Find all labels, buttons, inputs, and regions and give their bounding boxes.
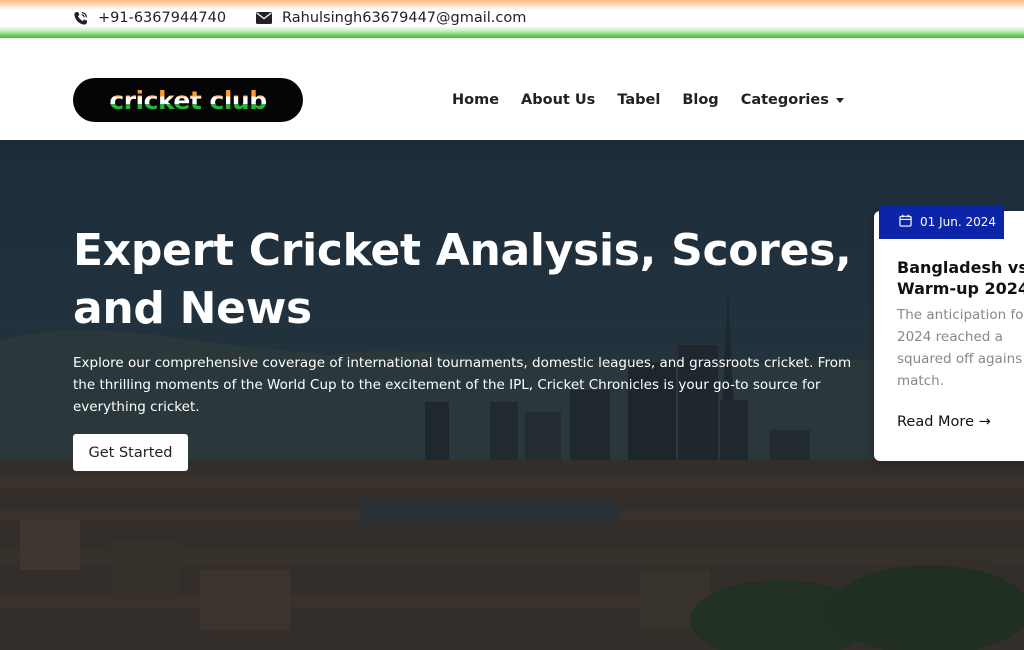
contact-bar: +91-6367944740 Rahulsingh63679447@gmail.… xyxy=(0,0,1024,38)
card-title[interactable]: Bangladesh vs Warm-up 2024 xyxy=(897,257,1024,299)
phone-icon xyxy=(73,11,88,26)
hero-description: Explore our comprehensive coverage of in… xyxy=(73,355,852,415)
nav-link-about-us[interactable]: About Us xyxy=(521,92,595,108)
nav-link-home[interactable]: Home xyxy=(452,92,499,108)
navbar: cricket club Home About Us Tabel Blog Ca… xyxy=(0,38,1024,140)
calendar-icon xyxy=(899,214,912,230)
site-logo[interactable]: cricket club xyxy=(73,78,303,122)
nav-dropdown-categories[interactable]: Categories xyxy=(741,92,844,108)
read-more-link[interactable]: Read More → xyxy=(897,414,991,430)
logo-text: cricket club xyxy=(109,85,267,115)
caret-down-icon xyxy=(835,97,844,103)
email-contact[interactable]: Rahulsingh63679447@gmail.com xyxy=(256,9,526,27)
hero-section: Expert Cricket Analysis, Scores, and New… xyxy=(0,140,1024,650)
nav-menu: Home About Us Tabel Blog Categories xyxy=(452,90,866,110)
card-excerpt: The anticipation fo 2024 reached a squar… xyxy=(897,307,1024,389)
email-address: Rahulsingh63679447@gmail.com xyxy=(282,10,527,26)
card-date: 01 Jun. 2024 xyxy=(920,215,997,229)
nav-categories-label: Categories xyxy=(740,92,829,108)
date-badge: 01 Jun. 2024 xyxy=(879,205,1004,239)
nav-link-blog[interactable]: Blog xyxy=(682,92,718,108)
news-card[interactable]: 01 Jun. 2024 Bangladesh vs Warm-up 2024 … xyxy=(874,205,1024,461)
nav-link-tabel[interactable]: Tabel xyxy=(617,92,660,108)
get-started-button[interactable]: Get Started xyxy=(73,434,188,471)
envelope-icon xyxy=(256,12,272,24)
phone-number: +91-6367944740 xyxy=(98,10,227,26)
phone-contact[interactable]: +91-6367944740 xyxy=(73,9,226,27)
hero-title: Expert Cricket Analysis, Scores, and New… xyxy=(73,225,852,334)
